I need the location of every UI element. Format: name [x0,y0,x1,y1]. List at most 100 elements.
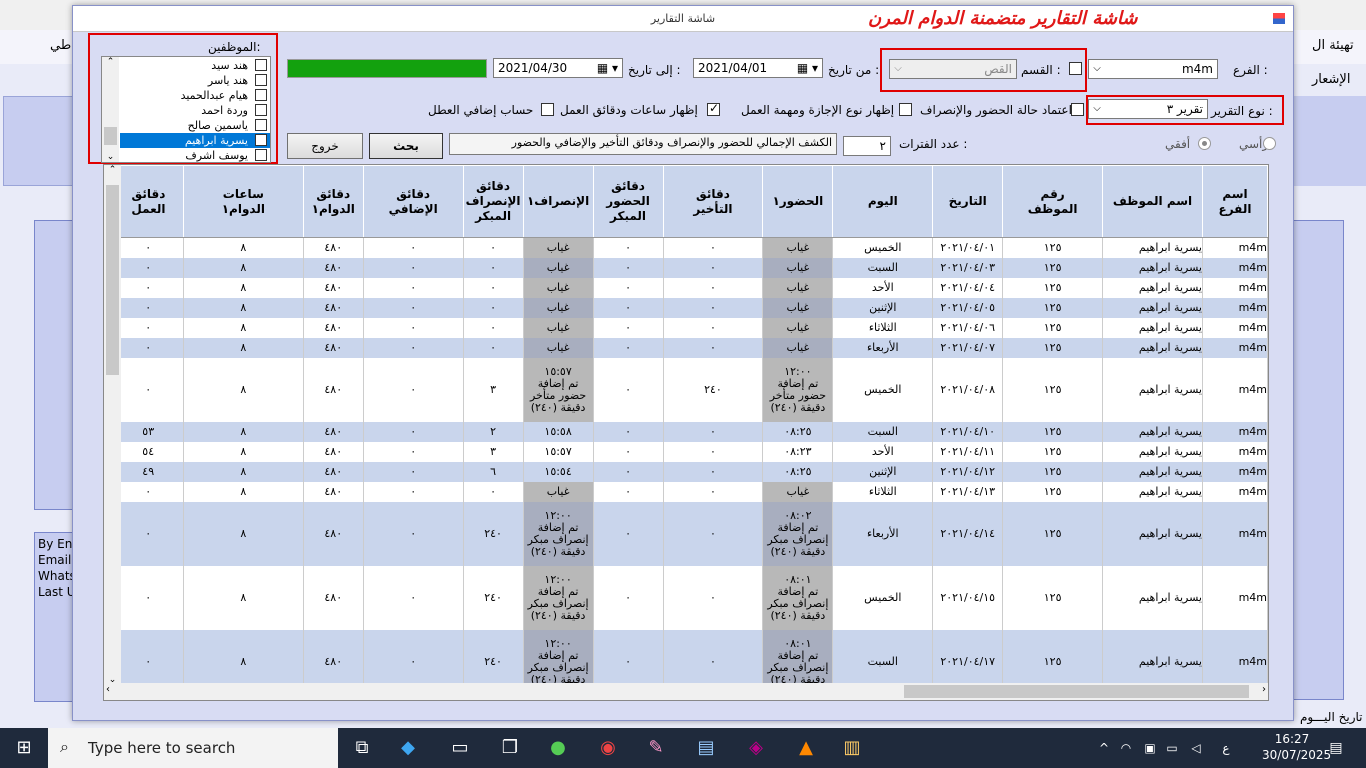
employee-checkbox[interactable] [255,149,267,161]
column-header[interactable]: الحضور١ [762,165,834,238]
column-header[interactable]: رقم الموظف [1002,165,1104,238]
table-row[interactable]: ٠ ٨ ٤٨٠ ٠ ٢٤٠ ١٢:٠٠ تم إضافة إنصراف مبكر (٢٤٠… [113,501,1268,566]
vscode-icon[interactable]: ◆ [396,736,420,760]
from-date-picker[interactable]: 2021/04/01 ▦ ▾ [693,58,823,78]
exit-button[interactable]: خروج [287,133,363,159]
column-header[interactable]: دقائق الحضور المبكر [592,165,664,238]
employee-item[interactable]: هيام عبدالحميد [120,88,270,103]
employee-checkbox[interactable] [255,74,267,86]
table-row[interactable]: ٠ ٨ ٤٨٠ ٠ ٣ ١٥:٥٧ تم إضافة حضور متأخر (٢٤٠) د… [113,357,1268,422]
table-row[interactable]: ٥٣ ٨ ٤٨٠ ٠ ٢ ١٥:٥٨ ٠ ٠ ٠٨:٢٥ السبت ٢٠٢١/٠٤/١٠ ١٢٥ يس… [113,421,1268,442]
calendar-icon[interactable]: ▦ ▾ [797,59,818,77]
employees-label: الموظفين: [208,40,261,54]
column-header[interactable]: دقائق الإضافي [362,165,464,238]
dept-select[interactable]: القص ⌵ [889,59,1017,79]
table-cell: يسرية ابراهيم [1102,277,1203,298]
chevron-left-icon[interactable]: ‹ [106,684,110,695]
table-row[interactable]: ٠ ٨ ٤٨٠ ٠ ٠ غياب ٠ ٠ غياب الأربعاء ٢٠٢١/٠٤/٠٧ ١٢٥ يس… [113,337,1268,358]
column-header[interactable]: ساعات الدوام١ [182,165,304,238]
dept-checkbox[interactable] [1069,62,1082,75]
employee-item[interactable]: يسرية ابراهيم [120,132,270,148]
calendar-icon[interactable]: ▦ ▾ [597,59,618,77]
leave-type-checkbox[interactable] [899,103,912,116]
table-cell: ٠ [113,481,184,502]
employees-scrollbar[interactable]: ⌃ ⌄ [102,57,119,162]
network-icon[interactable]: ▣ [1138,736,1162,760]
visual-studio-icon[interactable]: ◈ [744,736,768,760]
table-row[interactable]: ٥٤ ٨ ٤٨٠ ٠ ٣ ١٥:٥٧ ٠ ٠ ٠٨:٢٣ الأحد ٢٠٢١/٠٤/١١ ١٢٥ يس… [113,441,1268,462]
column-header[interactable]: اليوم [832,165,934,238]
task-view-icon[interactable]: ⧉ [350,736,374,760]
work-hours-checkbox[interactable] [707,101,720,116]
table-row[interactable]: ٠ ٨ ٤٨٠ ٠ ٠ غياب ٠ ٠ غياب الثلاثاء ٢٠٢١/٠٤/٠٦ ١٢٥ يس… [113,317,1268,338]
employees-list[interactable]: ⌃ ⌄ هند سيد هند ياسر هيام عبدالحميد وردة اح… [101,56,271,163]
paint-icon[interactable]: ✎ [644,736,668,760]
column-header[interactable]: دقائق التأخير [662,165,764,238]
report-grid[interactable]: دقائق العمل ساعات الدوام١ دقائق الدوام١ دقا… [103,164,1269,701]
column-header[interactable]: دقائق الإنصراف المبكر [462,165,524,238]
chevron-down-icon[interactable]: ⌄ [102,152,119,162]
taskbar-search[interactable]: ⌕ Type here to search [48,728,338,768]
employee-item[interactable]: هند سيد [120,58,270,73]
employee-checkbox[interactable] [255,104,267,116]
table-row[interactable]: ٠ ٨ ٤٨٠ ٠ ٠ غياب ٠ ٠ غياب السبت ٢٠٢١/٠٤/٠٣ ١٢٥ يسرية… [113,257,1268,278]
table-row[interactable]: ٠ ٨ ٤٨٠ ٠ ٠ غياب ٠ ٠ غياب الإثنين ٢٠٢١/٠٤/٠٥ ١٢٥ يسر… [113,297,1268,318]
volume-icon[interactable]: ◁ [1184,736,1208,760]
attendance-status-checkbox[interactable] [1071,103,1084,116]
table-cell: ٠ [593,297,664,318]
horizontal-scrollbar[interactable]: ‹ › [104,683,1268,700]
chevron-up-icon[interactable]: ⌃ [104,165,121,175]
chevron-right-icon[interactable]: › [1262,684,1266,695]
column-header[interactable]: اسم الموظف [1102,165,1203,238]
table-row[interactable]: ٠ ٨ ٤٨٠ ٠ ٢٤٠ ١٢:٠٠ تم إضافة إنصراف مبكر (٢٤٠… [113,629,1268,685]
battery-icon[interactable]: ▭ [1160,736,1184,760]
employee-item[interactable]: هند ياسر [120,73,270,88]
language-indicator[interactable]: ع [1214,736,1238,760]
table-cell: يسرية ابراهيم [1102,481,1203,502]
periods-input[interactable]: ٢ [843,136,891,156]
branch-select[interactable]: m4m ⌵ [1088,59,1218,79]
window-icon[interactable]: ▭ [448,736,472,760]
scrollbar-thumb[interactable] [106,185,119,375]
table-row[interactable]: ٠ ٨ ٤٨٠ ٠ ٠ غياب ٠ ٠ غياب الخميس ٢٠٢١/٠٤/٠١ ١٢٥ يسري… [113,237,1268,258]
app-icon-green[interactable]: ● [546,736,570,760]
employee-item[interactable]: ياسمين صالح [120,118,270,133]
chevron-up-icon[interactable]: ^ [1092,736,1116,760]
employee-checkbox[interactable] [255,59,267,71]
employee-checkbox[interactable] [255,132,267,147]
windows-start-icon[interactable]: ⊞ [12,736,36,760]
employee-item[interactable]: يوسف اشرف [120,148,270,162]
background-menu-item[interactable]: تهيئة ال [1312,38,1354,53]
background-notifications[interactable]: الإشعار [1312,72,1350,87]
table-row[interactable]: ٤٩ ٨ ٤٨٠ ٠ ٦ ١٥:٥٤ ٠ ٠ ٠٨:٢٥ الإثنين ٢٠٢١/٠٤/١٢ ١٢٥… [113,461,1268,482]
search-button[interactable]: بحث [369,133,443,159]
table-row[interactable]: ٠ ٨ ٤٨٠ ٠ ٠ غياب ٠ ٠ غياب الأحد ٢٠٢١/٠٤/٠٤ ١٢٥ يسرية… [113,277,1268,298]
column-header[interactable]: التاريخ [932,165,1004,238]
scrollbar-thumb[interactable] [904,685,1249,698]
chrome-icon[interactable]: ◉ [596,736,620,760]
column-header[interactable]: اسم الفرع [1201,165,1268,238]
vertical-scrollbar[interactable]: ⌃ ⌄ [104,165,121,685]
column-header[interactable]: الإنصراف١ [522,165,594,238]
to-date-picker[interactable]: 2021/04/30 ▦ ▾ [493,58,623,78]
table-row[interactable]: ٠ ٨ ٤٨٠ ٠ ٢٤٠ ١٢:٠٠ تم إضافة إنصراف مبكر (٢٤٠… [113,565,1268,630]
wifi-icon[interactable]: ◠ [1114,736,1138,760]
employee-checkbox[interactable] [255,89,267,101]
table-row[interactable]: ٠ ٨ ٤٨٠ ٠ ٠ غياب ٠ ٠ غياب الثلاثاء ٢٠٢١/٠٤/١٣ ١٢٥ يس… [113,481,1268,502]
report-type-select[interactable]: تقرير ٣ ⌵ [1088,99,1208,119]
employee-item[interactable]: وردة احمد [120,103,270,118]
horizontal-radio[interactable] [1198,137,1211,150]
copy-icon[interactable]: ❐ [498,736,522,760]
employee-checkbox[interactable] [255,119,267,131]
notification-icon[interactable]: ▤ [1324,736,1348,760]
scrollbar-thumb[interactable] [104,127,117,145]
access-app-icon[interactable]: ▥ [840,736,864,760]
extra-holiday-checkbox[interactable] [541,103,554,116]
column-header[interactable]: دقائق الدوام١ [302,165,364,238]
vertical-radio[interactable] [1263,137,1276,150]
chevron-up-icon[interactable]: ⌃ [102,57,119,67]
vlc-icon[interactable]: ▲ [794,736,818,760]
notes-icon[interactable]: ▤ [694,736,718,760]
column-header[interactable]: دقائق العمل [113,165,184,238]
clock[interactable]: 16:27 30/07/2025 [1262,731,1331,763]
